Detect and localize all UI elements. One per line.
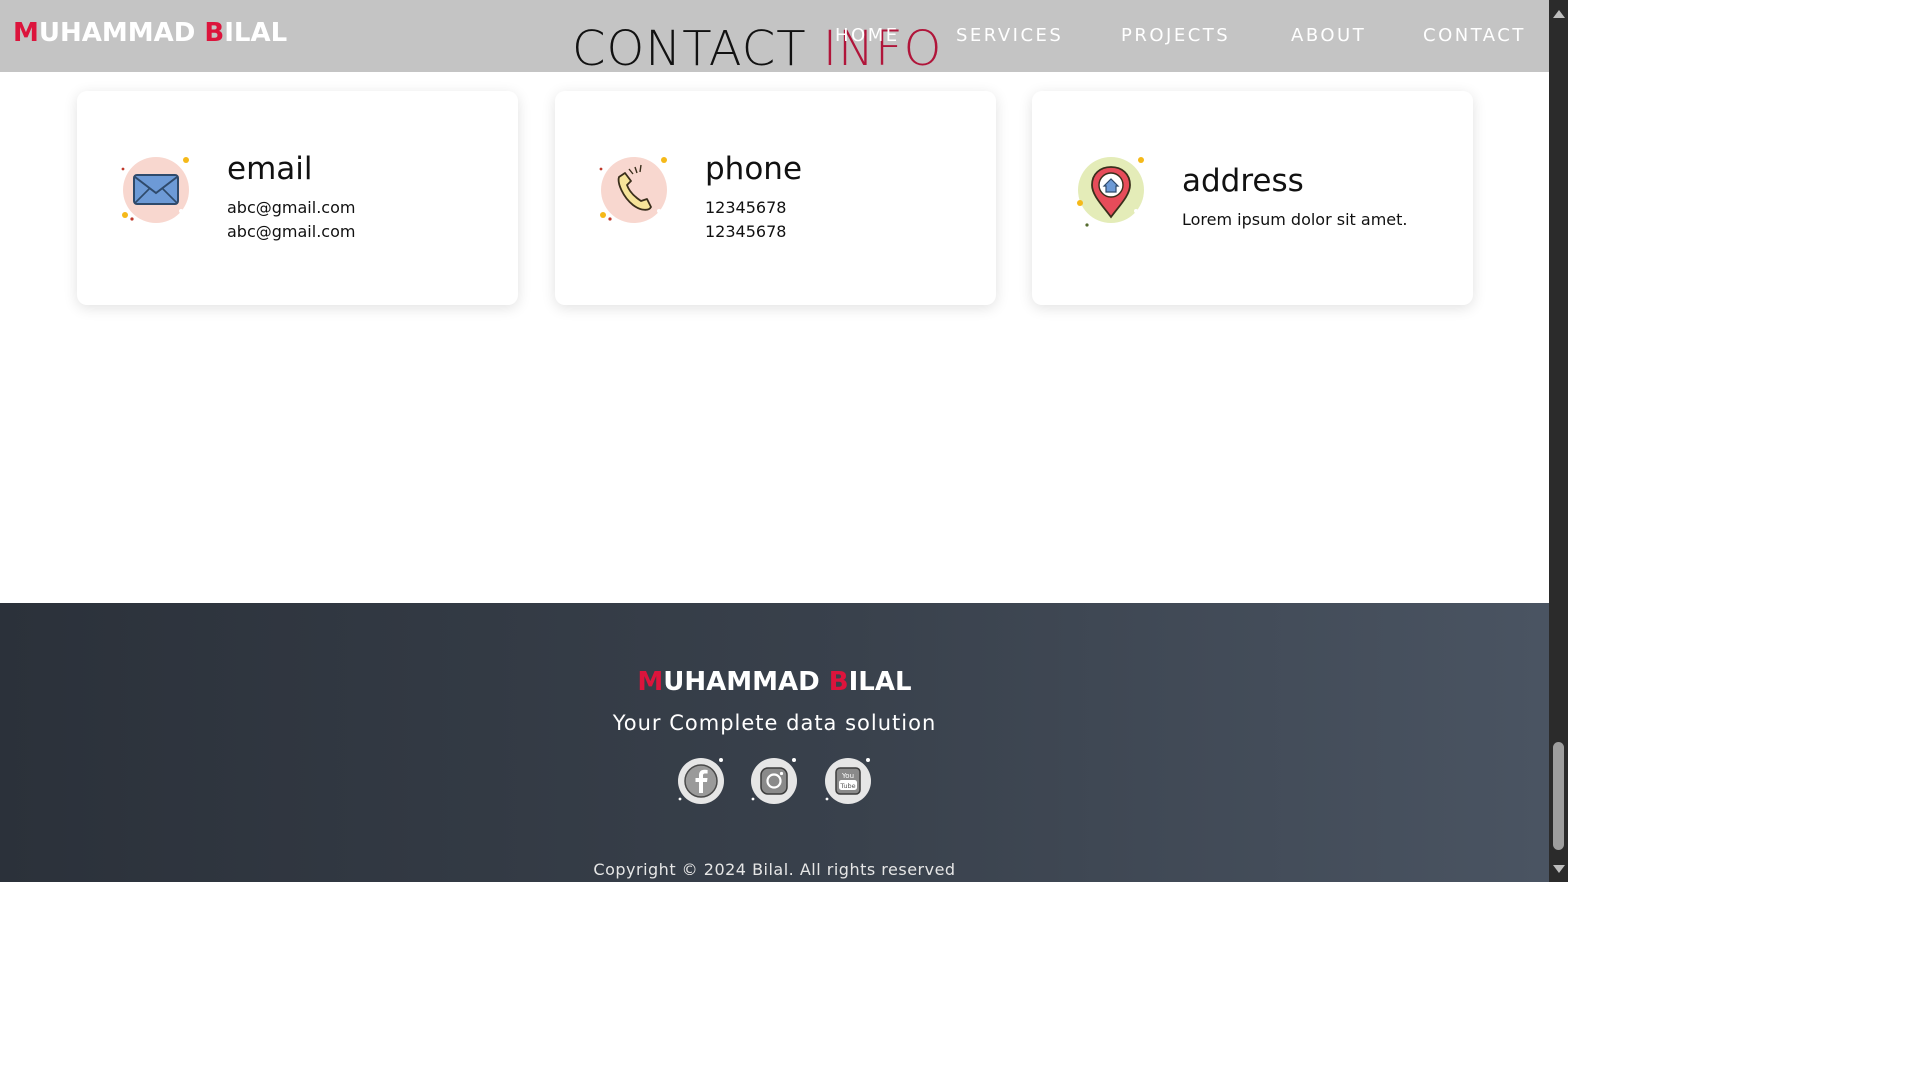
facebook-icon[interactable]	[677, 757, 725, 805]
svg-text:Tube: Tube	[839, 782, 855, 790]
scrollbar-thumb[interactable]	[1553, 742, 1564, 850]
nav-home[interactable]: HOME	[835, 25, 900, 46]
nav-services[interactable]: SERVICES	[956, 25, 1063, 46]
footer-logo-text-second: ILAL	[848, 667, 912, 697]
address-card: address Lorem ipsum dolor sit amet.	[1032, 91, 1473, 305]
instagram-icon[interactable]	[750, 757, 798, 805]
nav-contact[interactable]: CONTACT	[1423, 25, 1526, 46]
envelope-icon	[121, 155, 195, 229]
email-title: email	[227, 151, 313, 187]
address-title: address	[1182, 163, 1304, 199]
phone-line-1[interactable]: 12345678	[705, 198, 786, 217]
phone-line-2[interactable]: 12345678	[705, 222, 786, 241]
footer-logo-text-first: UHAMMAD	[663, 667, 829, 697]
email-line-2[interactable]: abc@gmail.com	[227, 222, 355, 241]
footer-logo-initial-b: B	[828, 667, 849, 697]
footer-logo-initial-m: M	[637, 667, 664, 697]
site-footer: MUHAMMAD BILAL Your Complete data soluti…	[0, 603, 1549, 882]
footer-tagline: Your Complete data solution	[612, 711, 937, 735]
site-header: MUHAMMAD BILAL CONTACT INFO HOME SERVICE…	[0, 0, 1549, 77]
phone-icon	[599, 155, 673, 229]
scroll-down-arrow-icon[interactable]	[1553, 865, 1565, 873]
svg-text:You: You	[841, 772, 854, 780]
location-pin-icon	[1076, 155, 1150, 229]
email-card: email abc@gmail.com abc@gmail.com	[77, 91, 518, 305]
email-line-1[interactable]: abc@gmail.com	[227, 198, 355, 217]
phone-title: phone	[705, 151, 803, 187]
scroll-up-arrow-icon[interactable]	[1553, 10, 1565, 18]
copyright-text: Copyright © 2024 Bilal. All rights reser…	[593, 860, 956, 879]
phone-card: phone 12345678 12345678	[555, 91, 996, 305]
youtube-icon[interactable]: You Tube	[824, 757, 872, 805]
nav-projects[interactable]: PROJECTS	[1121, 25, 1230, 46]
main-nav: HOME SERVICES PROJECTS ABOUT CONTACT	[0, 25, 1549, 49]
page-scrollbar[interactable]	[1549, 0, 1568, 882]
footer-logo[interactable]: MUHAMMAD BILAL	[0, 667, 1549, 697]
nav-about[interactable]: ABOUT	[1291, 25, 1366, 46]
address-line-1: Lorem ipsum dolor sit amet.	[1182, 210, 1408, 229]
